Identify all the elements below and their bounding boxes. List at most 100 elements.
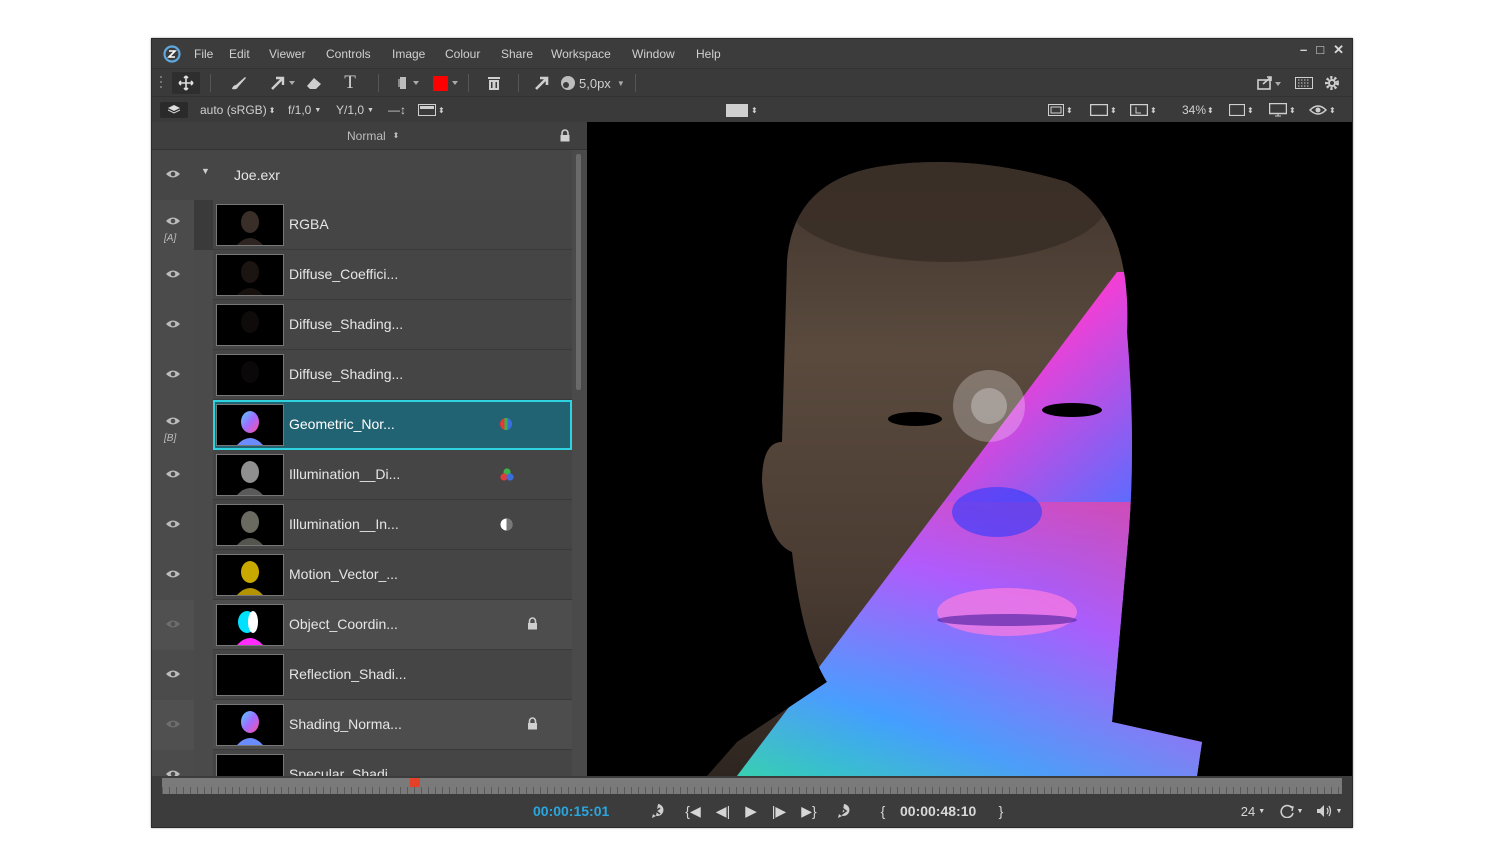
out-point-button[interactable]: } <box>994 800 1008 822</box>
share-export-button[interactable] <box>1254 69 1284 97</box>
close-button[interactable]: ✕ <box>1333 42 1344 58</box>
lock-icon[interactable] <box>559 129 571 142</box>
blend-mode-dropdown[interactable]: Normal ⬍ <box>347 122 399 149</box>
current-timecode[interactable]: 00:00:15:01 <box>533 800 609 822</box>
eraser-tool-button[interactable] <box>302 69 326 97</box>
eye-icon[interactable] <box>165 768 181 776</box>
eye-icon[interactable] <box>165 718 181 730</box>
settings-button[interactable] <box>1320 69 1344 97</box>
delete-button[interactable] <box>482 69 506 97</box>
compare-icon: —↕ <box>388 103 406 117</box>
go-to-end-button[interactable]: ▶} <box>798 800 820 822</box>
pointer-tool-button[interactable] <box>530 69 554 97</box>
layer-list-scrollbar[interactable] <box>576 154 581 390</box>
playhead-marker[interactable] <box>410 778 420 787</box>
gamma-dropdown[interactable]: Y/1,0 ▼ <box>336 97 374 123</box>
layers-toggle-button[interactable] <box>160 97 188 123</box>
brush-size-dropdown[interactable]: 5,0px ▼ <box>560 69 628 97</box>
step-back-button[interactable]: ◀| <box>712 800 734 822</box>
menu-workspace[interactable]: Workspace <box>551 47 632 61</box>
arrow-icon <box>271 76 295 90</box>
maximize-button[interactable]: □ <box>1316 42 1324 58</box>
layer-row[interactable]: Shading_Norma... <box>152 700 572 751</box>
layer-name: Shading_Norma... <box>289 716 402 732</box>
eye-icon[interactable] <box>165 668 181 680</box>
color-picker-button[interactable] <box>430 69 460 97</box>
layout-dropdown[interactable]: ⬍ <box>1130 97 1157 123</box>
menu-controls[interactable]: Controls <box>326 47 392 61</box>
layer-name: Diffuse_Shading... <box>289 316 404 332</box>
layer-row[interactable]: Motion_Vector_... <box>152 550 572 601</box>
menu-colour[interactable]: Colour <box>445 47 501 61</box>
layer-row[interactable]: Illumination__In... <box>152 500 572 551</box>
eye-icon[interactable] <box>165 268 181 280</box>
volume-dropdown[interactable]: ▼ <box>1314 800 1344 822</box>
frame-dropdown[interactable]: ⬍ <box>1048 97 1073 123</box>
background-swatch <box>726 103 748 117</box>
loop-dropdown[interactable]: ▼ <box>1276 800 1306 822</box>
layer-row[interactable]: Diffuse_Shading... <box>152 350 572 401</box>
next-marker-button[interactable] <box>834 800 854 822</box>
layer-row-selected[interactable]: [B] Geometric_Nor... <box>152 400 572 451</box>
move-tool-button[interactable] <box>172 72 200 94</box>
toolbar: T 5,0px ▼ <box>152 68 1352 97</box>
zoom-dropdown[interactable]: 34% ⬍ <box>1182 97 1214 123</box>
text-tool-button[interactable]: T <box>338 69 362 97</box>
display-dropdown[interactable]: ⬍ <box>1269 97 1296 123</box>
menu-help[interactable]: Help <box>696 47 736 61</box>
layer-row[interactable]: Object_Coordin... <box>152 600 572 651</box>
layer-row[interactable]: [A] RGBA <box>152 200 572 251</box>
eye-icon[interactable] <box>165 215 181 227</box>
layer-name: Object_Coordin... <box>289 616 398 632</box>
menu-image[interactable]: Image <box>392 47 445 61</box>
duration-timecode[interactable]: 00:00:48:10 <box>900 800 976 822</box>
fill-tool-button[interactable] <box>392 69 426 97</box>
play-button[interactable]: ▶ <box>740 800 762 822</box>
background-dropdown[interactable]: ⬍ <box>726 97 758 123</box>
menu-share[interactable]: Share <box>501 47 551 61</box>
arrow-tool-button[interactable] <box>266 69 300 97</box>
eye-icon[interactable] <box>165 468 181 480</box>
eye-icon[interactable] <box>165 415 181 427</box>
compare-mode-dropdown[interactable]: —↕ <box>388 97 406 123</box>
brush-tool-button[interactable] <box>226 69 250 97</box>
step-forward-button[interactable]: |▶ <box>768 800 790 822</box>
eye-icon[interactable] <box>165 518 181 530</box>
eye-icon[interactable] <box>165 168 181 180</box>
layer-row[interactable]: Specular_Shadi... <box>152 750 572 776</box>
menu-viewer[interactable]: Viewer <box>269 47 326 61</box>
mask-dropdown[interactable]: ⬍ <box>1090 97 1117 123</box>
eye-icon[interactable] <box>165 318 181 330</box>
aspect-dropdown[interactable]: ⬍ <box>1229 97 1254 123</box>
eye-icon[interactable] <box>165 618 181 630</box>
fps-dropdown[interactable]: 24 ▼ <box>1238 800 1268 822</box>
layer-row[interactable]: Reflection_Shadi... <box>152 650 572 701</box>
view-visibility-dropdown[interactable]: ⬍ <box>1309 97 1336 123</box>
go-to-start-button[interactable]: {◀ <box>682 800 704 822</box>
eye-icon[interactable] <box>165 568 181 580</box>
layer-name: RGBA <box>289 216 329 232</box>
layer-thumbnail <box>216 254 284 296</box>
monitor-icon <box>1269 103 1287 117</box>
arrow-diagonal-icon <box>535 76 549 90</box>
layer-name: Reflection_Shadi... <box>289 666 407 682</box>
menu-edit[interactable]: Edit <box>229 47 269 61</box>
expand-triangle-icon[interactable]: ▼ <box>201 166 210 176</box>
channel-dropdown[interactable]: ⬍ <box>418 97 445 123</box>
layer-row[interactable]: Diffuse_Coeffici... <box>152 250 572 301</box>
eye-icon[interactable] <box>165 368 181 380</box>
colorspace-dropdown[interactable]: auto (sRGB) ⬍ <box>200 97 275 123</box>
image-viewer[interactable] <box>587 122 1352 776</box>
layer-row[interactable]: Diffuse_Shading... <box>152 300 572 351</box>
updown-icon: ⬍ <box>1289 105 1296 115</box>
menu-window[interactable]: Window <box>632 47 696 61</box>
layer-group-name: Joe.exr <box>234 167 280 183</box>
keyboard-button[interactable] <box>1292 69 1316 97</box>
fstop-dropdown[interactable]: f/1,0 ▼ <box>288 97 321 123</box>
layer-group-row[interactable]: ▼ Joe.exr <box>152 150 572 201</box>
in-point-button[interactable]: { <box>876 800 890 822</box>
menu-file[interactable]: File <box>194 47 229 61</box>
layer-row[interactable]: Illumination__Di... <box>152 450 572 501</box>
prev-marker-button[interactable] <box>648 800 668 822</box>
minimize-button[interactable]: – <box>1300 42 1307 58</box>
